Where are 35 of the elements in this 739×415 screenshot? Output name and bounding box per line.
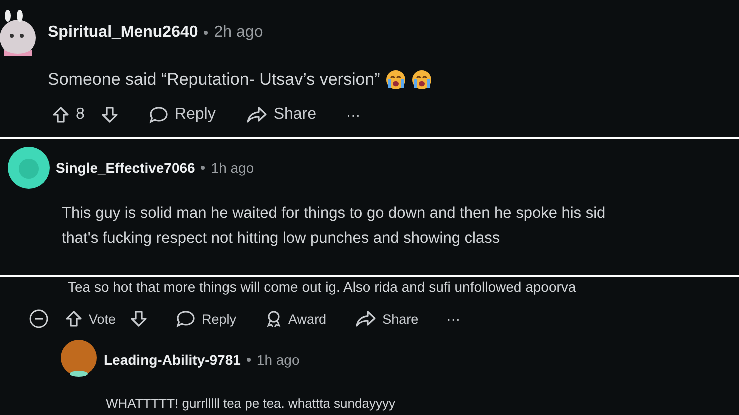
crying-face-icon <box>412 70 432 90</box>
comment-text: WHATTTTT! gurrlllll tea pe tea. whattta sundayyyy <box>106 396 396 411</box>
username[interactable]: Spiritual_Menu2640 <box>48 24 198 42</box>
timestamp: 1h ago <box>256 352 300 368</box>
upvote-icon <box>52 106 70 124</box>
downvote-icon <box>100 106 119 124</box>
username[interactable]: Single_Effective7066 <box>56 160 196 176</box>
separator-dot <box>246 358 251 362</box>
share-arrow-icon <box>354 310 377 328</box>
timestamp: 1h ago <box>211 160 254 176</box>
timestamp: 2h ago <box>214 24 264 42</box>
share-arrow-icon <box>246 106 268 124</box>
share-button[interactable]: Share <box>242 104 321 126</box>
upvote-button[interactable]: 8 <box>48 104 89 126</box>
comment-text: Tea so hot that more things will come out ig. Also rida and sufi unfollowed apoorva <box>68 279 578 295</box>
upvote-button[interactable]: Vote <box>61 308 120 330</box>
downvote-icon <box>130 310 148 328</box>
username[interactable]: Leading-Ability-9781 <box>104 352 241 368</box>
upvote-icon <box>65 310 83 328</box>
speech-bubble-icon <box>176 310 196 328</box>
reply-button[interactable]: Reply <box>172 308 241 330</box>
comment-text: Someone said “Reputation- Utsav’s version” <box>48 70 380 90</box>
speech-bubble-icon <box>148 106 169 124</box>
reply-button[interactable]: Reply <box>144 104 220 126</box>
award-button[interactable]: Award <box>260 308 331 330</box>
more-options-button[interactable]: ··· <box>442 309 465 329</box>
share-button[interactable]: Share <box>350 308 423 330</box>
more-options-button[interactable]: ··· <box>342 105 365 125</box>
collapse-icon <box>29 309 49 329</box>
separator-dot <box>201 166 206 170</box>
crying-face-icon <box>386 70 406 90</box>
comment-text: This guy is solid man he waited for things to go down and then he spoke his sid that's fucking respect not hitting low punches and showing class <box>62 204 607 249</box>
default-avatar-icon <box>8 147 50 189</box>
award-ribbon-icon <box>264 310 283 328</box>
separator-dot <box>204 31 208 35</box>
